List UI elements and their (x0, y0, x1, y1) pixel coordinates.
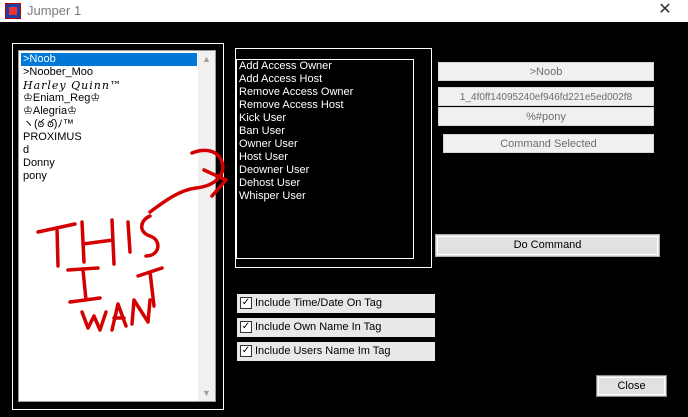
command-selected-field: Command Selected (443, 134, 654, 153)
window-close-button[interactable]: ✕ (642, 0, 688, 22)
selected-user-name-field: >Noob (438, 62, 654, 81)
command-item[interactable]: Add Access Host (237, 73, 413, 86)
user-list-item[interactable]: PROXIMUS (21, 131, 197, 144)
user-list-item[interactable]: Harley Quinn™ (21, 79, 197, 92)
command-item[interactable]: Remove Access Host (237, 99, 413, 112)
command-item[interactable]: Remove Access Owner (237, 86, 413, 99)
command-item[interactable]: Ban User (237, 125, 413, 138)
scroll-down-arrow-icon[interactable]: ▼ (198, 385, 215, 401)
checkbox-checked-icon[interactable]: ✓ (240, 321, 252, 333)
checkbox-checked-icon[interactable]: ✓ (240, 297, 252, 309)
user-list-scrollbar[interactable]: ▲ ▼ (198, 51, 215, 401)
selected-user-tag-field: %#pony (438, 107, 654, 126)
command-item[interactable]: Owner User (237, 138, 413, 151)
user-list-item[interactable]: >Noob (21, 53, 197, 66)
user-list-item[interactable]: >Noober_Moo (21, 66, 197, 79)
command-item[interactable]: Deowner User (237, 164, 413, 177)
command-item[interactable]: Add Access Owner (237, 60, 413, 73)
option-include-time-date[interactable]: ✓ Include Time/Date On Tag (237, 294, 435, 313)
window-title: Jumper 1 (27, 3, 82, 18)
user-list-item[interactable]: d (21, 144, 197, 157)
command-item[interactable]: Host User (237, 151, 413, 164)
command-item[interactable]: Dehost User (237, 177, 413, 190)
user-list-item[interactable]: pony (21, 170, 197, 183)
command-item[interactable]: Kick User (237, 112, 413, 125)
scroll-up-arrow-icon[interactable]: ▲ (198, 51, 215, 67)
app-icon (5, 3, 21, 19)
option-label: Include Own Name In Tag (255, 321, 382, 333)
user-list-items: >Noob >Noober_Moo Harley Quinn™ ♔Eniam_Reg♔… (21, 53, 197, 183)
user-list-item[interactable]: ヽ(ఠ ఠ)ﾉ™ (21, 118, 197, 131)
option-label: Include Time/Date On Tag (255, 297, 382, 309)
user-list-item[interactable]: Donny (21, 157, 197, 170)
option-label: Include Users Name Im Tag (255, 345, 391, 357)
user-list-item[interactable]: ♔Eniam_Reg♔ (21, 92, 197, 105)
option-include-own-name[interactable]: ✓ Include Own Name In Tag (237, 318, 435, 337)
do-command-button[interactable]: Do Command (435, 234, 660, 257)
title-bar: Jumper 1 ✕ (0, 0, 688, 22)
command-list[interactable]: Add Access Owner Add Access Host Remove Ac… (236, 59, 414, 259)
command-item[interactable]: Whisper User (237, 190, 413, 203)
option-include-users-name[interactable]: ✓ Include Users Name Im Tag (237, 342, 435, 361)
user-list-item[interactable]: ♔Alegria♔ (21, 105, 197, 118)
selected-user-id-field: 1_4f0ff14095240ef946fd221e5ed002f8 (438, 87, 654, 106)
user-list[interactable]: >Noob >Noober_Moo Harley Quinn™ ♔Eniam_Reg♔… (18, 50, 216, 402)
checkbox-checked-icon[interactable]: ✓ (240, 345, 252, 357)
close-button[interactable]: Close (596, 375, 667, 397)
